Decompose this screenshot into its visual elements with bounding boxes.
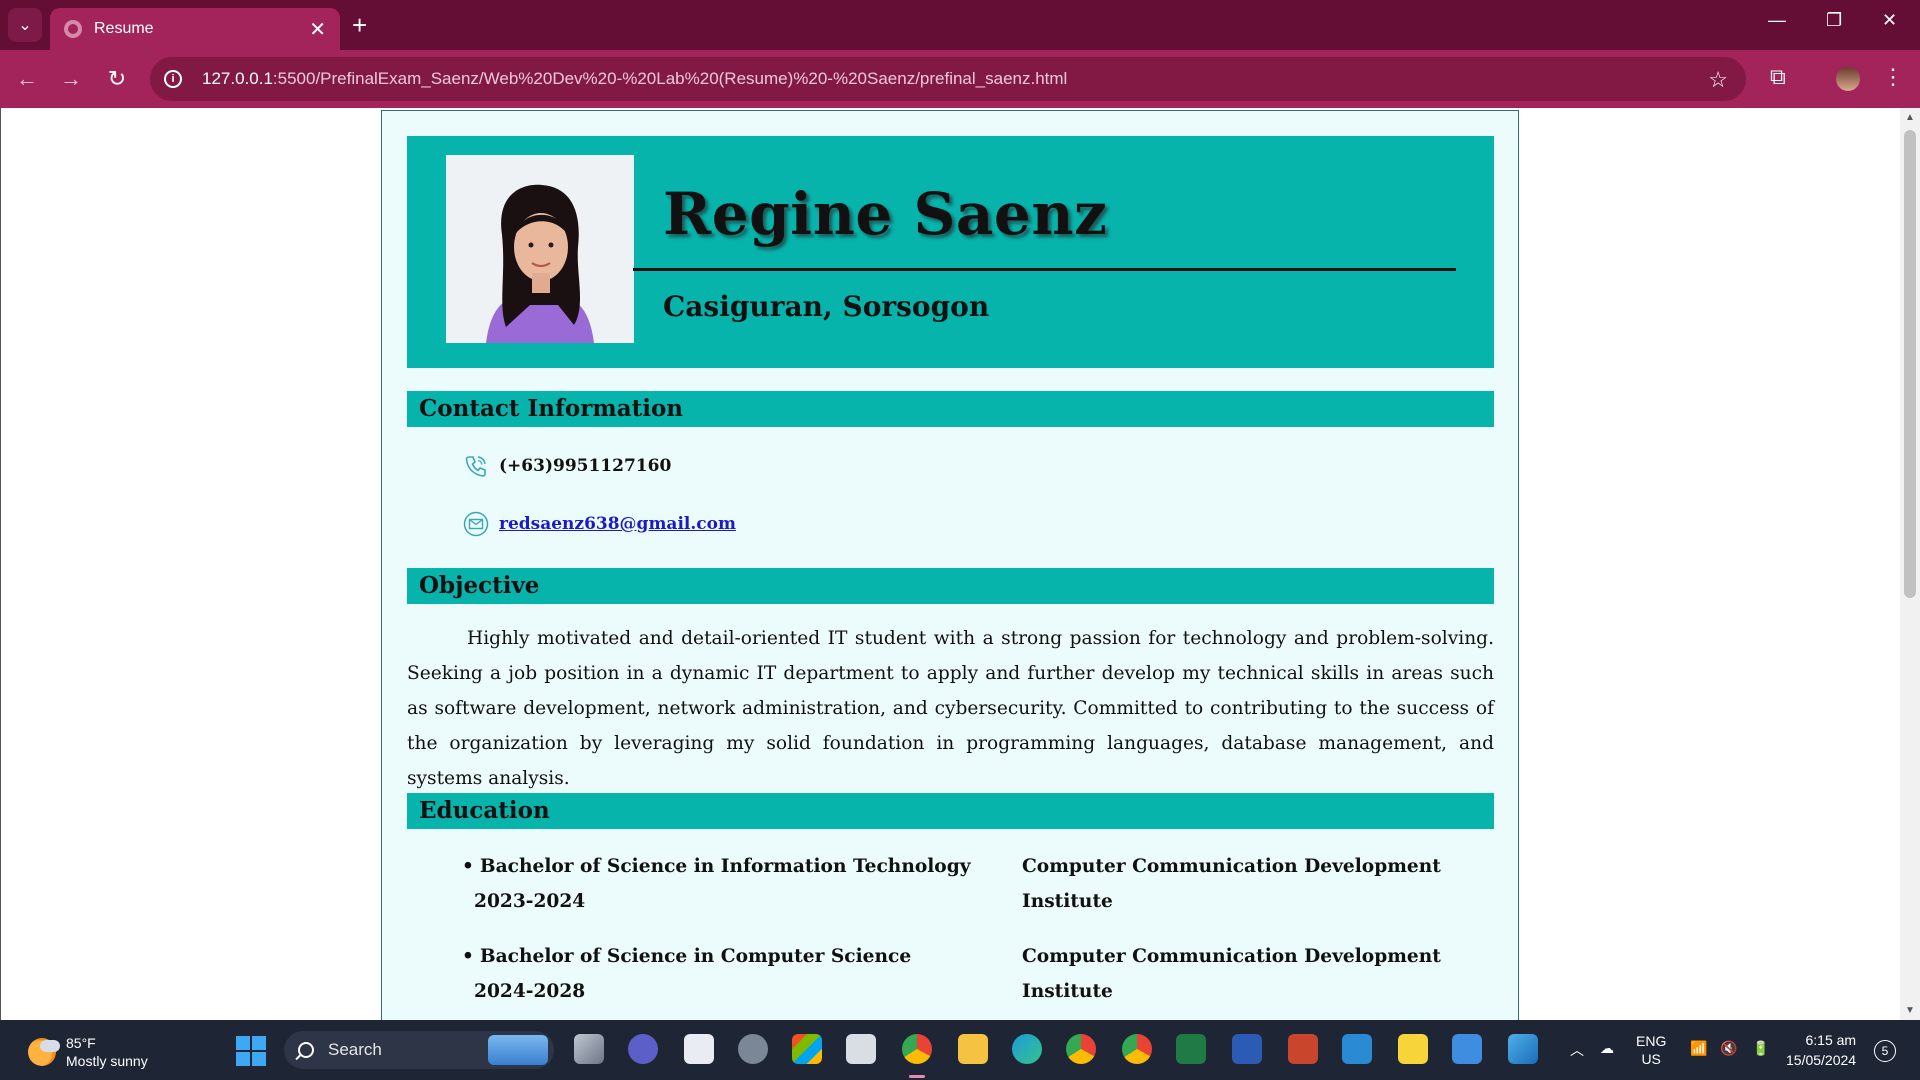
tab-search-button[interactable]: ⌄ [8,8,42,42]
tab-resume[interactable]: Resume ✕ [50,8,340,50]
notification-badge[interactable]: 5 [1874,1040,1896,1062]
sticky-notes-icon[interactable] [1398,1034,1428,1064]
notepad-icon[interactable] [684,1034,714,1064]
profile-photo [446,155,634,343]
store-icon[interactable] [792,1034,822,1064]
close-window-button[interactable]: ✕ [1882,10,1897,31]
chrome-profile-icon[interactable] [1066,1034,1096,1064]
volume-muted-icon[interactable]: 🔇 [1720,1040,1737,1057]
file-explorer-icon[interactable] [958,1034,988,1064]
search-placeholder: Search [328,1040,382,1059]
system-clock[interactable]: 6:15 am 15/05/2024 [1786,1030,1856,1070]
chrome-icon[interactable] [902,1034,932,1064]
url-host: 127.0.0.1 [202,69,273,88]
search-icon [298,1042,314,1058]
excel-icon[interactable] [1176,1034,1206,1064]
word-icon[interactable] [1232,1034,1262,1064]
task-view-icon[interactable] [574,1034,604,1064]
notepad-app-icon[interactable] [1452,1034,1482,1064]
weather-status: Mostly sunny [66,1053,148,1069]
address-bar[interactable]: i 127.0.0.1:5500/PrefinalExam_Saenz/Web%… [150,57,1746,101]
forward-arrow-icon[interactable]: → [56,64,86,94]
chevron-down-icon: ⌄ [18,17,32,34]
menu-kebab-icon[interactable]: ⋮ [1882,64,1904,90]
weather-widget[interactable]: 85°F Mostly sunny [28,1034,148,1070]
back-arrow-icon[interactable]: ← [12,64,42,94]
bookmark-star-icon[interactable]: ☆ [1708,67,1728,93]
phone-icon [465,456,486,477]
reload-icon[interactable]: ↻ [102,64,132,94]
objective-paragraph: Highly motivated and detail-oriented IT … [407,628,1494,789]
language-indicator[interactable]: ENG US [1636,1032,1666,1068]
url-path: :5500/PrefinalExam_Saenz/Web%20Dev%20-%2… [272,69,1068,88]
browser-toolbar: ← → ↻ i 127.0.0.1:5500/PrefinalExam_Saen… [0,50,1920,108]
resume-header: Regine Saenz Casiguran, Sorsogon [407,136,1494,368]
partly-sunny-icon [28,1038,60,1066]
powerpoint-icon[interactable] [1288,1034,1318,1064]
temperature: 85°F [66,1035,96,1051]
vscode-icon[interactable] [1342,1034,1372,1064]
section-heading-contact: Contact Information [407,391,1494,427]
contact-phone-row: (+63)9951127160 [463,453,671,479]
resume-location: Casiguran, Sorsogon [663,290,990,323]
profile-avatar[interactable] [1834,65,1862,93]
envelope-icon [463,511,489,537]
edge-icon[interactable] [1012,1034,1042,1064]
scrollbar-thumb[interactable] [1904,130,1916,598]
globe-icon [64,20,82,38]
header-divider [633,268,1456,271]
degree-year: 2023-2024 [474,891,586,912]
scroll-up-icon[interactable]: ▲ [1905,112,1915,123]
search-highlight-icon [488,1035,548,1065]
degree-year: 2024-2028 [474,981,586,1002]
chrome-alt-icon[interactable] [1122,1034,1152,1064]
photos-icon[interactable] [1508,1034,1538,1064]
degree-title: Bachelor of Science in Computer Science [479,946,912,967]
minimize-button[interactable]: — [1768,10,1786,31]
close-tab-button[interactable]: ✕ [309,17,326,42]
taskbar-search[interactable]: Search [284,1031,554,1069]
windows-taskbar: 85°F Mostly sunny Search ︿ ☁ ENG US 📶 🔇 … [0,1020,1920,1080]
restore-button[interactable]: ❐ [1826,10,1842,31]
resume-card: Regine Saenz Casiguran, Sorsogon Contact… [381,110,1519,1020]
section-heading-objective: Objective [407,568,1494,604]
degree-title: Bachelor of Science in Information Techn… [479,856,971,877]
school-name: Computer Communication Development Insti… [1022,946,1441,1002]
settings-gear-icon[interactable] [738,1034,768,1064]
phone-number: (+63)9951127160 [499,456,672,476]
resume-name: Regine Saenz [663,180,1108,248]
scroll-down-icon[interactable]: ▼ [1905,1005,1915,1016]
new-tab-button[interactable]: + [352,10,367,40]
school-name: Computer Communication Development Insti… [1022,856,1441,912]
chat-icon[interactable] [628,1034,658,1064]
wifi-icon[interactable]: 📶 [1690,1040,1707,1057]
tab-title: Resume [94,20,154,37]
email-link[interactable]: redsaenz638@gmail.com [499,514,736,534]
chevron-up-icon[interactable]: ︿ [1570,1040,1584,1060]
snipping-tool-icon[interactable] [846,1034,876,1064]
site-info-icon[interactable]: i [164,70,182,88]
browser-tab-strip: ⌄ Resume ✕ + — ❐ ✕ [0,0,1920,50]
onedrive-icon[interactable]: ☁ [1600,1040,1614,1057]
extensions-icon[interactable]: ⧉ [1770,64,1786,90]
section-heading-education: Education [407,793,1494,829]
page-scrollbar[interactable]: ▲ ▼ [1900,108,1920,1020]
windows-start-icon[interactable] [236,1036,266,1066]
contact-email-row: redsaenz638@gmail.com [463,511,736,537]
battery-icon[interactable]: 🔋 [1752,1040,1769,1057]
page-viewport: Regine Saenz Casiguran, Sorsogon Contact… [0,108,1900,1020]
